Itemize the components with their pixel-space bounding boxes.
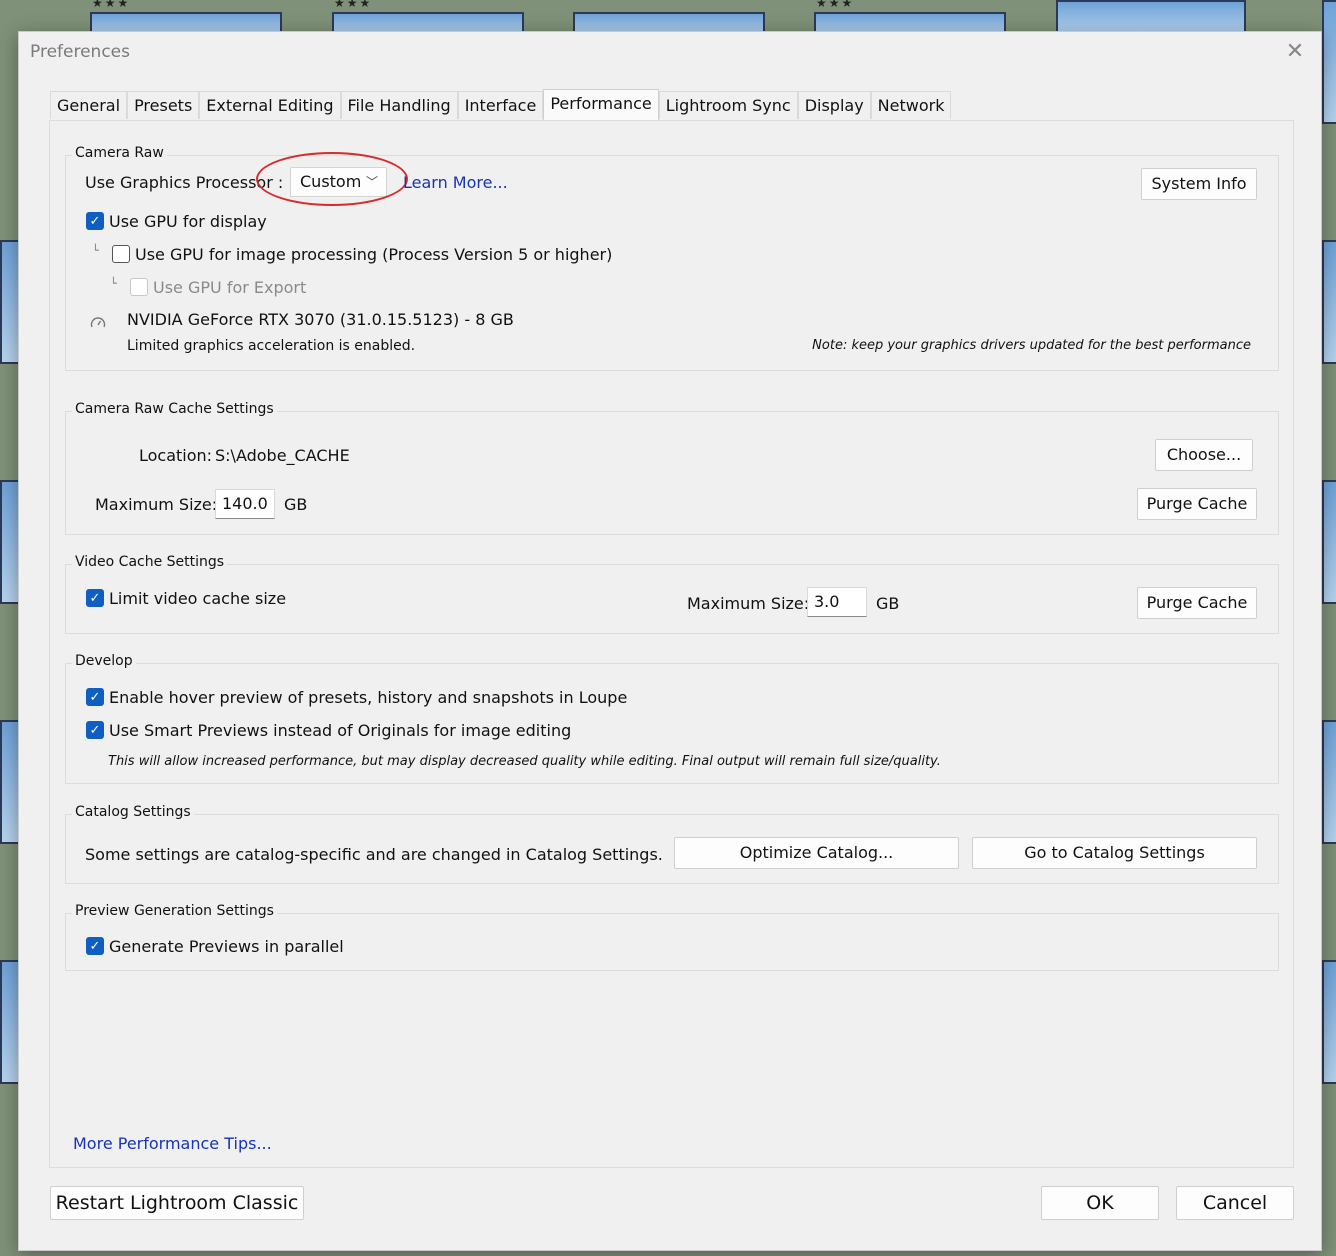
tab-network[interactable]: Network: [870, 91, 952, 119]
bg-star-rating: ★★★: [334, 0, 373, 10]
dialog-title: Preferences: [30, 42, 130, 62]
smart-previews-label: Use Smart Previews instead of Originals …: [109, 721, 572, 740]
catalog-settings-title: Catalog Settings: [72, 804, 194, 820]
tab-general[interactable]: General: [50, 91, 128, 119]
develop-title: Develop: [72, 653, 136, 669]
gpu-export-label: Use GPU for Export: [153, 278, 307, 297]
bg-thumbnail: [0, 480, 20, 604]
bg-star-rating: ★★★: [816, 0, 855, 10]
parallel-previews-checkbox[interactable]: ✓: [86, 937, 104, 955]
cache-location-value: S:\Adobe_CACHE: [215, 446, 350, 465]
cache-settings-title: Camera Raw Cache Settings: [72, 401, 277, 417]
smart-previews-note: This will allow increased performance, b…: [108, 754, 941, 769]
cancel-button[interactable]: Cancel: [1176, 1186, 1294, 1220]
smart-previews-checkbox[interactable]: ✓: [86, 721, 104, 739]
bg-thumbnail: [1322, 960, 1336, 1084]
learn-more-link[interactable]: Learn More...: [403, 173, 508, 192]
optimize-catalog-button[interactable]: Optimize Catalog...: [674, 837, 959, 869]
gpu-processing-label: Use GPU for image processing (Process Ve…: [135, 245, 613, 264]
choose-button[interactable]: Choose...: [1155, 439, 1253, 471]
tab-bar: General Presets External Editing File Ha…: [50, 89, 952, 120]
cache-max-size-input[interactable]: 140.0: [215, 489, 275, 519]
hover-preview-label: Enable hover preview of presets, history…: [109, 688, 628, 707]
restart-lightroom-button[interactable]: Restart Lightroom Classic: [50, 1186, 304, 1220]
cache-unit: GB: [284, 495, 308, 514]
develop-group: Develop ✓ Enable hover preview of preset…: [65, 653, 1279, 784]
driver-note: Note: keep your graphics drivers updated…: [812, 338, 1251, 353]
bg-thumbnail: [0, 720, 20, 844]
gpu-display-label: Use GPU for display: [109, 212, 267, 231]
video-max-size-input[interactable]: 3.0: [807, 587, 867, 617]
gpu-processor-label: Use Graphics Processor :: [85, 173, 284, 192]
tree-elbow-icon: └: [110, 277, 117, 290]
limit-video-cache-checkbox[interactable]: ✓: [86, 589, 104, 607]
catalog-settings-group: Catalog Settings Some settings are catal…: [65, 804, 1279, 884]
tab-presets[interactable]: Presets: [127, 91, 200, 119]
bg-star-rating: ★★★: [92, 0, 131, 10]
tab-file-handling[interactable]: File Handling: [340, 91, 458, 119]
video-purge-cache-button[interactable]: Purge Cache: [1137, 587, 1257, 619]
tab-display[interactable]: Display: [797, 91, 871, 119]
tab-performance[interactable]: Performance: [543, 89, 659, 120]
bg-thumbnail: [1322, 240, 1336, 364]
tab-external-editing[interactable]: External Editing: [199, 91, 341, 119]
catalog-settings-text: Some settings are catalog-specific and a…: [85, 845, 663, 864]
camera-raw-group: Camera Raw Use Graphics Processor : Cust…: [65, 145, 1279, 371]
limit-video-cache-label: Limit video cache size: [109, 589, 287, 608]
bg-thumbnail: [1322, 720, 1336, 844]
gpu-display-checkbox[interactable]: ✓: [86, 212, 104, 230]
cache-location-label: Location:: [139, 446, 213, 465]
purge-cache-button[interactable]: Purge Cache: [1137, 488, 1257, 520]
bg-thumbnail: [0, 960, 20, 1084]
preview-generation-title: Preview Generation Settings: [72, 903, 277, 919]
preview-generation-group: Preview Generation Settings ✓ Generate P…: [65, 903, 1279, 971]
speedometer-icon: [89, 314, 107, 332]
gpu-processing-checkbox[interactable]: [112, 245, 130, 263]
bg-thumbnail: [0, 240, 20, 364]
more-performance-tips-link[interactable]: More Performance Tips...: [73, 1134, 272, 1153]
hover-preview-checkbox[interactable]: ✓: [86, 688, 104, 706]
camera-raw-title: Camera Raw: [72, 145, 167, 161]
parallel-previews-label: Generate Previews in parallel: [109, 937, 344, 956]
gpu-export-checkbox[interactable]: [130, 278, 148, 296]
bg-thumbnail: [1322, 480, 1336, 604]
ok-button[interactable]: OK: [1041, 1186, 1159, 1220]
gpu-name: NVIDIA GeForce RTX 3070 (31.0.15.5123) -…: [127, 310, 514, 329]
cache-settings-group: Camera Raw Cache Settings Location: S:\A…: [65, 401, 1279, 535]
red-circle-annotation: [256, 152, 408, 206]
preferences-dialog: Preferences ✕ General Presets External E…: [18, 31, 1322, 1251]
performance-panel: Camera Raw Use Graphics Processor : Cust…: [49, 120, 1294, 1168]
video-cache-title: Video Cache Settings: [72, 554, 228, 570]
acceleration-status: Limited graphics acceleration is enabled…: [127, 338, 416, 354]
video-cache-group: Video Cache Settings ✓ Limit video cache…: [65, 554, 1279, 634]
close-icon[interactable]: ✕: [1283, 40, 1307, 64]
bg-thumbnail: [1322, 0, 1336, 124]
tab-interface[interactable]: Interface: [457, 91, 544, 119]
go-to-catalog-settings-button[interactable]: Go to Catalog Settings: [972, 837, 1257, 869]
tab-lightroom-sync[interactable]: Lightroom Sync: [658, 91, 798, 119]
cache-max-size-label: Maximum Size:: [95, 495, 218, 514]
tree-elbow-icon: └: [92, 244, 99, 257]
video-max-size-label: Maximum Size:: [687, 594, 810, 613]
video-cache-unit: GB: [876, 594, 900, 613]
system-info-button[interactable]: System Info: [1141, 168, 1257, 200]
